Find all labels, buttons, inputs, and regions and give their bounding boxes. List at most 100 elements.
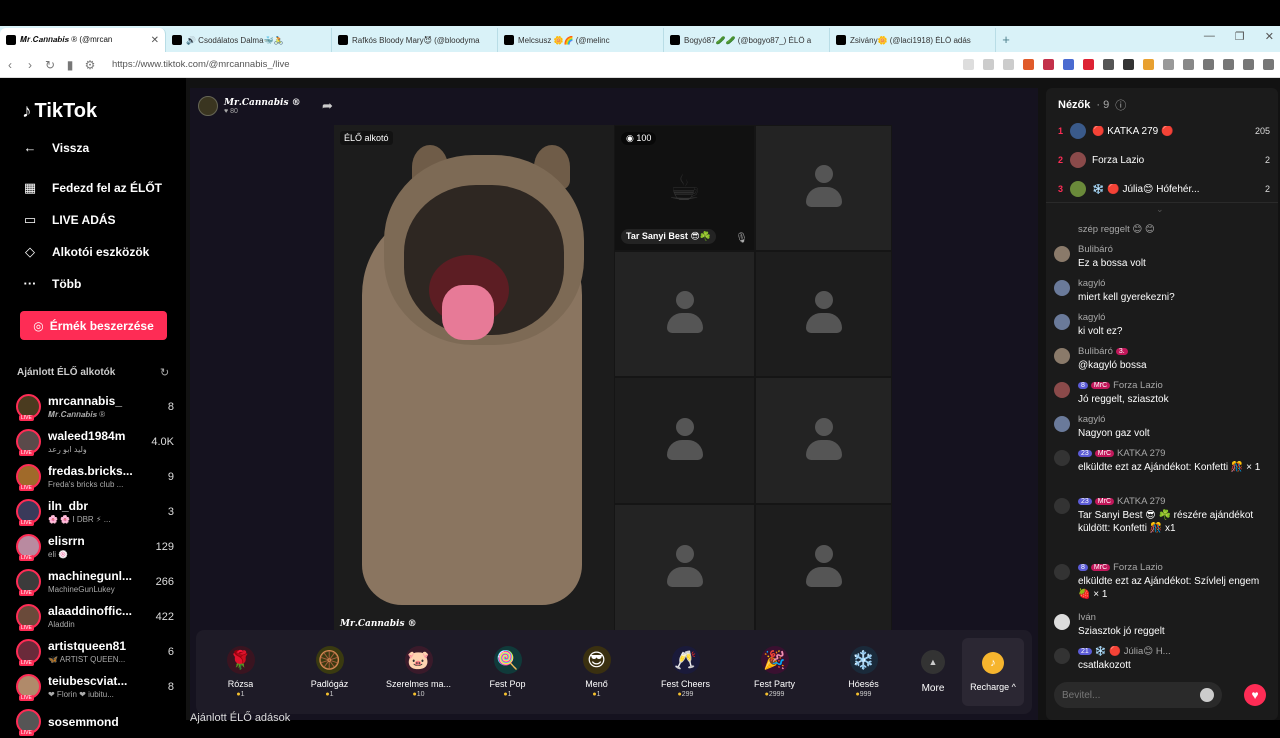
creator-item[interactable]: alaaddinoffic... Aladdin 422 (16, 600, 174, 633)
nav-explore-live[interactable]: ▦ Fedezd fel az ÉLŐT (22, 180, 162, 196)
person-placeholder-icon (666, 291, 703, 337)
sidebar-icon[interactable] (1203, 59, 1214, 70)
menu-icon[interactable] (1263, 59, 1274, 70)
main-video[interactable]: ÉLŐ alkotó 𝑴𝒓.𝑪𝒂𝒏𝒏𝒂𝒃𝒊𝒔 ® (334, 125, 614, 631)
more-gifts-button[interactable]: ▲ More (908, 650, 958, 694)
chat-username[interactable]: kagyló (1078, 312, 1272, 323)
back-link[interactable]: ← Vissza (22, 140, 90, 155)
reload-icon[interactable]: ↻ (40, 58, 60, 72)
chat-username[interactable]: Iván (1078, 612, 1272, 623)
chevron-down-icon[interactable]: ⌄ (1156, 204, 1164, 215)
close-window-icon[interactable]: ✕ (1265, 30, 1274, 43)
video-watermark: 𝑴𝒓.𝑪𝒂𝒏𝒏𝒂𝒃𝒊𝒔 ® (340, 619, 417, 629)
empty-guest-slot[interactable] (755, 251, 892, 377)
nav-more[interactable]: ··· Több (22, 276, 82, 291)
creator-item[interactable]: waleed1984m وليد ابو رعد 4.0K (16, 425, 174, 458)
creator-item[interactable]: mrcannabis_𝑴𝒓.𝑪𝒂𝒏𝒏𝒂𝒃𝒊𝒔 ® 8 (16, 390, 174, 423)
creator-item[interactable]: fredas.bricks... Freda's bricks club ... 9 (16, 460, 174, 493)
playlist-icon[interactable] (1183, 59, 1194, 70)
browser-tab[interactable]: Zsivány🌼 (@laci1918) ÉLŐ adás (830, 28, 996, 52)
back-arrow-icon[interactable]: ‹ (0, 58, 20, 72)
creator-item[interactable]: iln_dbr 🌸 🌸 I DBR ⚡ ... 3 (16, 495, 174, 528)
like-heart-button[interactable]: ♥ (1244, 684, 1266, 706)
extension-icon[interactable] (1083, 59, 1094, 70)
top-viewer-row[interactable]: 3 ❄️ 🔴 Júlia😊 Hófehér... 2 (1058, 181, 1270, 197)
browser-tab[interactable]: Rafkós Bloody Mary😈 (@bloodyma (332, 28, 498, 52)
empty-guest-slot[interactable] (614, 377, 755, 504)
browser-tab[interactable]: 🔊 Csodálatos Dalma🐳🚴 (166, 28, 332, 52)
guest-score: 100 (636, 133, 652, 143)
chat-username[interactable]: kagyló (1078, 278, 1272, 289)
vpn-icon[interactable] (1243, 59, 1254, 70)
browser-tab[interactable]: Bogyó87🥒🥒 (@bogyo87_) ÉLŐ a (664, 28, 830, 52)
restore-icon[interactable]: ❐ (1235, 30, 1245, 43)
gift-price: ●1 (592, 691, 600, 698)
chat-username-row[interactable]: 23 MrC KATKA 279 (1078, 448, 1272, 459)
host-info[interactable]: 𝑴𝒓.𝑪𝒂𝒏𝒏𝒂𝒃𝒊𝒔 ® ♥ 80 (198, 96, 301, 116)
creator-item[interactable]: elisrrn eli 🍥 129 (16, 530, 174, 563)
tiktok-note-icon: ♪ (22, 100, 32, 122)
creator-item[interactable]: machinegunl... MachineGunLukey 266 (16, 565, 174, 598)
extension-icon[interactable] (1063, 59, 1074, 70)
chat-username[interactable]: kagyló (1078, 414, 1272, 425)
creator-item[interactable]: sosemmond (16, 705, 174, 738)
site-info-icon[interactable]: ⚙ (80, 58, 100, 72)
empty-guest-slot[interactable] (755, 377, 892, 504)
share-icon[interactable]: ➦ (322, 98, 333, 114)
forward-arrow-icon[interactable]: › (20, 58, 40, 72)
bookmark-icon[interactable]: ▮ (60, 58, 80, 72)
browser-tab[interactable]: 𝑴𝒓.𝑪𝒂𝒏𝒏𝒂𝒃𝒊𝒔 ® (@mrcan ✕ (0, 28, 166, 52)
gift-item[interactable]: 🍭 Fest Pop ●1 (463, 646, 552, 698)
creator-item[interactable]: teiubescviat... ❤ Florin ❤ iubitu... 8 (16, 670, 174, 703)
chat-username[interactable]: Bulibáró (1078, 244, 1272, 255)
zoom-icon[interactable] (983, 59, 994, 70)
viewers-header[interactable]: Nézők · 9 ⓘ (1058, 97, 1126, 113)
empty-guest-slot[interactable] (755, 504, 892, 631)
nav-live-broadcast[interactable]: ▭ LIVE ADÁS (22, 212, 116, 228)
nav-creator-tools[interactable]: ◇ Alkotói eszközök (22, 244, 149, 260)
puzzle-icon[interactable] (1163, 59, 1174, 70)
close-tab-icon[interactable]: ✕ (151, 35, 159, 46)
viewer-count: 129 (155, 540, 174, 553)
gift-item[interactable]: 🎉 Fest Party ●2999 (730, 646, 819, 698)
get-coins-button[interactable]: ◎ Érmék beszerzése (20, 311, 167, 340)
emoji-icon[interactable] (1200, 688, 1214, 702)
top-viewer-row[interactable]: 1 🔴 KATKA 279 🔴 205 (1058, 123, 1270, 139)
gift-item[interactable]: ❄️ Hóesés ●999 (819, 646, 908, 698)
chat-username-row[interactable]: 8 MrC Forza Lazio (1078, 380, 1272, 391)
gift-item[interactable]: 🐷 Szerelmes ma... ●10 (374, 646, 463, 698)
new-tab-button[interactable]: + (996, 32, 1016, 47)
rewards-icon[interactable] (1043, 59, 1054, 70)
tiktok-logo[interactable]: ♪ TikTok (22, 100, 97, 123)
wallet-icon[interactable] (1223, 59, 1234, 70)
empty-guest-slot[interactable] (755, 125, 892, 251)
extension-icon[interactable] (1143, 59, 1154, 70)
gift-item[interactable]: 🌹 Rózsa ●1 (196, 646, 285, 698)
share-icon[interactable] (1003, 59, 1014, 70)
gift-item[interactable]: 🥂 Fest Cheers ●299 (641, 646, 730, 698)
extension-icon[interactable] (1123, 59, 1134, 70)
brave-shield-icon[interactable] (1023, 59, 1034, 70)
refresh-icon[interactable]: ↻ (160, 366, 169, 379)
info-icon[interactable]: ⓘ (1115, 97, 1126, 113)
chat-input[interactable]: Bevitel... (1054, 682, 1222, 708)
chat-username-row[interactable]: 21 ❄️ 🔴 Júlia😊 H... (1078, 646, 1272, 657)
url-field[interactable]: https://www.tiktok.com/@mrcannabis_/live (112, 59, 290, 70)
chat-username-row[interactable]: Bulibáró 3. (1078, 346, 1272, 357)
empty-guest-slot[interactable] (614, 251, 755, 377)
viewer-count: 9 (167, 470, 174, 483)
minimize-icon[interactable]: — (1204, 30, 1215, 43)
empty-guest-slot[interactable] (614, 504, 755, 631)
gift-item[interactable]: 🛞 Padlógáz ●1 (285, 646, 374, 698)
extension-icon[interactable] (1103, 59, 1114, 70)
recharge-button[interactable]: ♪ Recharge ^ (962, 638, 1024, 706)
top-viewer-row[interactable]: 2 Forza Lazio 2 (1058, 152, 1270, 168)
guest-slot[interactable]: ◉ 100 ☕ Tar Sanyi Best 😎☘️ 🎙 (614, 125, 755, 251)
chat-username-row[interactable]: 23 MrC KATKA 279 (1078, 496, 1272, 507)
creator-item[interactable]: artistqueen81 🦋 ARTIST QUEEN... 6 (16, 635, 174, 668)
chat-username-row[interactable]: 8 MrC Forza Lazio (1078, 562, 1272, 573)
person-placeholder-icon (666, 417, 703, 464)
translate-icon[interactable] (963, 59, 974, 70)
browser-tab[interactable]: Melcsusz 🌼🌈 (@melinc (498, 28, 664, 52)
gift-item[interactable]: 😎 Menő ●1 (552, 646, 641, 698)
